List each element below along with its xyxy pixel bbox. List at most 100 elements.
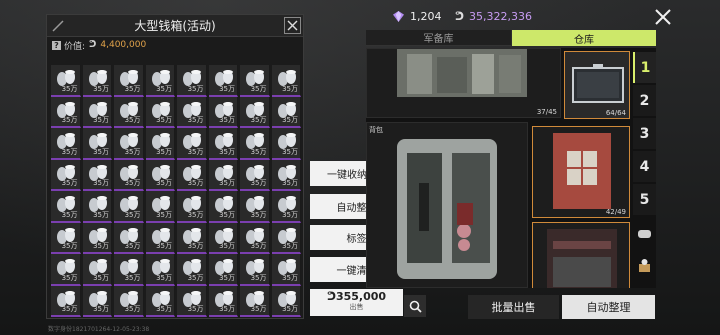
item-price-label: 35万 — [219, 273, 235, 282]
box-item-cell[interactable]: 35万 — [51, 285, 81, 317]
box-item-cell[interactable]: 35万 — [51, 191, 81, 223]
storage-slot-dark-crate[interactable] — [532, 222, 630, 288]
box-item-cell[interactable]: 35万 — [271, 159, 301, 191]
box-item-cell[interactable]: 35万 — [177, 159, 207, 191]
box-item-cell[interactable]: 35万 — [82, 65, 112, 97]
tab-number: 5 — [639, 191, 650, 208]
box-item-cell[interactable]: 35万 — [271, 285, 301, 317]
box-item-cell[interactable]: 35万 — [145, 222, 175, 254]
box-item-cell[interactable]: 35万 — [240, 191, 270, 223]
box-item-cell[interactable]: 35万 — [114, 159, 144, 191]
storage-tab-1[interactable]: 1 — [633, 52, 656, 83]
box-item-cell[interactable]: 35万 — [177, 96, 207, 128]
box-item-cell[interactable]: 35万 — [51, 128, 81, 160]
storage-tab-5[interactable]: 5 — [633, 184, 656, 215]
box-item-cell[interactable]: 35万 — [114, 65, 144, 97]
box-item-cell[interactable]: 35万 — [114, 285, 144, 317]
box-item-cell[interactable]: 35万 — [114, 128, 144, 160]
box-item-cell[interactable]: 35万 — [82, 285, 112, 317]
box-item-cell[interactable]: 35万 — [208, 191, 238, 223]
box-item-cell[interactable]: 35万 — [145, 191, 175, 223]
box-item-cell[interactable]: 35万 — [145, 128, 175, 160]
box-item-cell[interactable]: 35万 — [177, 285, 207, 317]
box-item-cell[interactable]: 35万 — [82, 254, 112, 286]
box-item-cell[interactable]: 35万 — [240, 222, 270, 254]
box-item-cell[interactable]: 35万 — [208, 96, 238, 128]
box-item-cell[interactable]: 35万 — [271, 128, 301, 160]
box-item-cell[interactable]: 35万 — [271, 222, 301, 254]
storage-slot-red-box[interactable]: 42/49 — [532, 126, 630, 218]
box-item-cell[interactable]: 35万 — [177, 191, 207, 223]
box-item-cell[interactable]: 35万 — [177, 65, 207, 97]
box-close-button[interactable] — [284, 17, 301, 34]
sell-button[interactable]: ᕤ355,000 出售 — [310, 289, 403, 316]
box-item-cell[interactable]: 35万 — [114, 96, 144, 128]
box-item-cell[interactable]: 35万 — [177, 222, 207, 254]
box-item-cell[interactable]: 35万 — [114, 191, 144, 223]
storage-slot-vest[interactable]: 37/45 — [366, 48, 561, 118]
box-item-cell[interactable]: 35万 — [114, 254, 144, 286]
box-item-cell[interactable]: 35万 — [82, 159, 112, 191]
box-item-cell[interactable]: 35万 — [82, 222, 112, 254]
box-item-grid: 35万 35万 35万 35万 35万 35万 35万 35万 35万 35万 35万 35万 35万 3… — [51, 65, 301, 317]
box-item-cell[interactable]: 35万 — [208, 285, 238, 317]
box-item-cell[interactable]: 35万 — [177, 254, 207, 286]
tab-warehouse[interactable]: 仓库 — [512, 30, 656, 46]
item-price-label: 35万 — [93, 116, 109, 124]
box-item-cell[interactable]: 35万 — [208, 159, 238, 191]
box-item-cell[interactable]: 35万 — [240, 285, 270, 317]
tab-reserve[interactable]: 军备库 — [366, 30, 511, 46]
value-info-icon: ? — [52, 40, 61, 50]
item-price-label: 35万 — [61, 84, 78, 93]
box-item-cell[interactable]: 35万 — [82, 191, 112, 223]
warehouse-auto-sort-button[interactable]: 自动整理 — [562, 295, 655, 319]
box-item-cell[interactable]: 35万 — [271, 96, 301, 128]
tab-number: 2 — [639, 92, 650, 109]
storage-area: 37/45 64/64 背包 42/49 — [366, 48, 656, 288]
tab-number: 3 — [639, 125, 650, 142]
box-item-cell[interactable]: 35万 — [271, 191, 301, 223]
box-item-cell[interactable]: 35万 — [240, 128, 270, 160]
storage-tab-2[interactable]: 2 — [633, 85, 656, 116]
box-item-cell[interactable]: 35万 — [82, 96, 112, 128]
box-item-cell[interactable]: 35万 — [208, 128, 238, 160]
item-price-label: 35万 — [219, 210, 235, 219]
box-item-cell[interactable]: 35万 — [240, 65, 270, 97]
storage-slot-backpack[interactable]: 背包 — [366, 122, 528, 288]
box-item-cell[interactable]: 35万 — [114, 222, 144, 254]
box-item-cell[interactable]: 35万 — [208, 254, 238, 286]
storage-tab-4[interactable]: 4 — [633, 151, 656, 182]
item-price-label: 35万 — [250, 273, 267, 282]
box-item-cell[interactable]: 35万 — [240, 254, 270, 286]
value-amount: 4,400,000 — [100, 40, 147, 50]
storage-tab-3[interactable]: 3 — [633, 118, 656, 149]
item-price-label: 35万 — [187, 179, 204, 187]
expand-icon[interactable] — [50, 18, 66, 34]
box-item-cell[interactable]: 35万 — [208, 222, 238, 254]
box-item-cell[interactable]: 35万 — [271, 254, 301, 286]
search-button[interactable] — [404, 295, 426, 317]
box-item-cell[interactable]: 35万 — [51, 222, 81, 254]
item-price-label: 35万 — [219, 305, 235, 313]
box-item-cell[interactable]: 35万 — [145, 96, 175, 128]
box-item-cell[interactable]: 35万 — [240, 96, 270, 128]
close-icon[interactable] — [652, 6, 674, 28]
supplies-icon[interactable] — [635, 256, 654, 275]
box-item-cell[interactable]: 35万 — [208, 65, 238, 97]
box-item-cell[interactable]: 35万 — [51, 159, 81, 191]
box-item-cell[interactable]: 35万 — [145, 159, 175, 191]
box-item-cell[interactable]: 35万 — [145, 254, 175, 286]
item-price-label: 35万 — [61, 273, 78, 282]
helmet-icon[interactable] — [635, 224, 654, 243]
box-item-cell[interactable]: 35万 — [271, 65, 301, 97]
storage-slot-case[interactable]: 64/64 — [564, 51, 630, 119]
box-item-cell[interactable]: 35万 — [51, 96, 81, 128]
box-item-cell[interactable]: 35万 — [51, 254, 81, 286]
box-item-cell[interactable]: 35万 — [145, 285, 175, 317]
bulk-sell-button[interactable]: 批量出售 — [468, 295, 559, 319]
box-item-cell[interactable]: 35万 — [145, 65, 175, 97]
box-item-cell[interactable]: 35万 — [82, 128, 112, 160]
box-item-cell[interactable]: 35万 — [51, 65, 81, 97]
box-item-cell[interactable]: 35万 — [177, 128, 207, 160]
box-item-cell[interactable]: 35万 — [240, 159, 270, 191]
